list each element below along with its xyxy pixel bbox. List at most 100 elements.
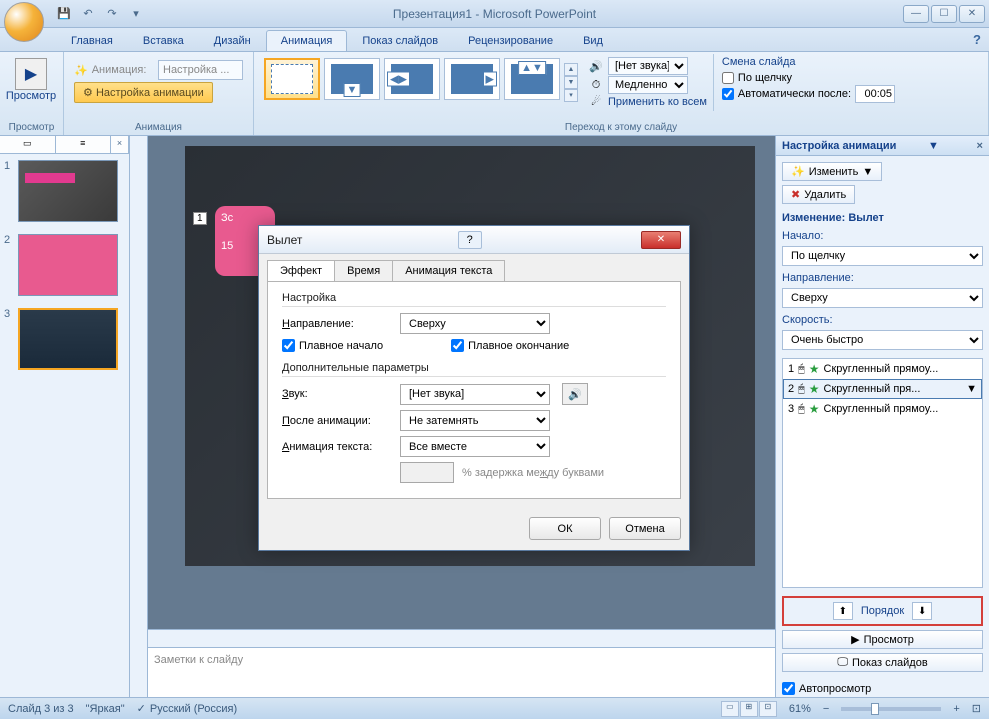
horizontal-scrollbar[interactable]: [148, 629, 775, 647]
reorder-box: ⬆ Порядок ⬇: [782, 596, 983, 626]
tab-view[interactable]: Вид: [568, 30, 618, 51]
dlg-tab-effect[interactable]: Эффект: [267, 260, 335, 281]
slideshow-button[interactable]: 🖵 Показ слайдов: [782, 653, 983, 672]
list-item[interactable]: 3🖱★Скругленный прямоу...: [783, 399, 982, 419]
dialog-close-button[interactable]: ✕: [641, 231, 681, 249]
slideshow-view-icon[interactable]: ⊡: [759, 701, 777, 717]
dialog-help-icon[interactable]: ?: [458, 231, 482, 249]
auto-time-input[interactable]: [855, 85, 895, 103]
maximize-button[interactable]: ☐: [931, 5, 957, 23]
gallery-more-icon[interactable]: ▾: [564, 89, 578, 102]
tab-design[interactable]: Дизайн: [199, 30, 266, 51]
transition-item[interactable]: ▼: [324, 58, 380, 100]
zoom-in-icon[interactable]: +: [953, 703, 959, 715]
auto-after-label: Автоматически после:: [738, 88, 851, 100]
zoom-level[interactable]: 61%: [789, 703, 811, 715]
zoom-slider[interactable]: [841, 707, 941, 711]
tab-slideshow[interactable]: Показ слайдов: [347, 30, 453, 51]
tab-review[interactable]: Рецензирование: [453, 30, 568, 51]
animate-icon: ✨: [74, 64, 88, 77]
tab-home[interactable]: Главная: [56, 30, 128, 51]
dialog-titlebar[interactable]: Вылет ? ✕: [259, 226, 689, 254]
apply-all-button[interactable]: Применить ко всем: [608, 96, 707, 108]
tab-insert[interactable]: Вставка: [128, 30, 199, 51]
dialog-title: Вылет: [267, 233, 302, 247]
outline-tab[interactable]: ≡: [56, 136, 112, 153]
gallery-up-icon[interactable]: ▲: [564, 63, 578, 76]
dlg-textanim-label: Анимация текста:: [282, 441, 392, 453]
spell-icon: ✓: [137, 702, 146, 715]
dlg-direction-label: Направление:: [282, 318, 392, 330]
tab-animations[interactable]: Анимация: [266, 30, 348, 51]
normal-view-icon[interactable]: ▭: [721, 701, 739, 717]
effect-dialog: Вылет ? ✕ Эффект Время Анимация текста Н…: [258, 225, 690, 551]
language-indicator[interactable]: ✓Русский (Россия): [137, 702, 238, 715]
zoom-out-icon[interactable]: −: [823, 703, 829, 715]
slides-tab[interactable]: ▭: [0, 136, 56, 153]
sound-select[interactable]: [Нет звука]: [608, 57, 688, 75]
slide-indicator: Слайд 3 из 3: [8, 703, 74, 715]
smooth-end-checkbox[interactable]: [451, 339, 464, 352]
notes-pane[interactable]: Заметки к слайду: [148, 647, 775, 701]
sound-volume-icon[interactable]: 🔊: [562, 383, 588, 405]
dlg-textanim-select[interactable]: Все вместе: [400, 436, 550, 457]
dlg-sound-select[interactable]: [Нет звука]: [400, 384, 550, 405]
preview-label: Просмотр: [6, 90, 56, 102]
transition-item[interactable]: ▲▼: [504, 58, 560, 100]
transition-item[interactable]: ◀▶: [384, 58, 440, 100]
move-up-button[interactable]: ⬆: [833, 602, 853, 620]
office-button[interactable]: [4, 2, 44, 42]
list-item[interactable]: 1🖱★Скругленный прямоу...: [783, 359, 982, 379]
enhance-fieldset: Дополнительные параметры: [282, 362, 666, 377]
on-click-checkbox[interactable]: [722, 72, 734, 84]
group-animation: Анимация: [70, 120, 247, 135]
thumbnail-1[interactable]: 1: [0, 154, 129, 228]
dlg-tab-textanim[interactable]: Анимация текста: [392, 260, 505, 281]
auto-after-checkbox[interactable]: [722, 88, 734, 100]
cancel-button[interactable]: Отмена: [609, 517, 681, 540]
pane-menu-icon[interactable]: ▼: [928, 140, 939, 152]
animate-label: Анимация:: [92, 64, 154, 76]
change-effect-button[interactable]: ✨Изменить ▼: [782, 162, 882, 181]
minimize-button[interactable]: —: [903, 5, 929, 23]
anim-tag[interactable]: 1: [193, 212, 207, 225]
settings-fieldset: Настройка: [282, 292, 666, 307]
mouse-icon: 🖱: [798, 363, 805, 376]
gallery-down-icon[interactable]: ▼: [564, 76, 578, 89]
fit-icon[interactable]: ⊡: [972, 702, 981, 715]
dlg-tab-timing[interactable]: Время: [334, 260, 393, 281]
custom-animation-button[interactable]: ⚙ Настройка анимации: [74, 82, 213, 103]
animate-select[interactable]: [158, 60, 243, 80]
thumbs-close-icon[interactable]: ×: [111, 136, 129, 153]
dlg-direction-select[interactable]: Сверху: [400, 313, 550, 334]
move-down-button[interactable]: ⬇: [912, 602, 932, 620]
thumbnail-3[interactable]: 3: [0, 302, 129, 376]
chevron-down-icon[interactable]: ▼: [966, 383, 977, 395]
pane-close-icon[interactable]: ×: [977, 140, 983, 152]
redo-icon[interactable]: ↷: [102, 4, 122, 24]
direction-select[interactable]: Сверху: [782, 288, 983, 308]
play-button[interactable]: ▶ Просмотр: [782, 630, 983, 649]
transition-item[interactable]: ▶: [444, 58, 500, 100]
ok-button[interactable]: ОК: [529, 517, 601, 540]
gear-icon: ⚙: [83, 87, 93, 99]
speed-select[interactable]: Медленно: [608, 76, 688, 94]
sorter-view-icon[interactable]: ⊞: [740, 701, 758, 717]
list-item[interactable]: 2🖱★Скругленный пря...▼: [783, 379, 982, 399]
save-icon[interactable]: 💾: [54, 4, 74, 24]
qat-menu-icon[interactable]: ▾: [126, 4, 146, 24]
preview-button[interactable]: ▶ Просмотр: [6, 54, 56, 106]
on-click-label: По щелчку: [738, 72, 792, 84]
dlg-after-select[interactable]: Не затемнять: [400, 410, 550, 431]
undo-icon[interactable]: ↶: [78, 4, 98, 24]
thumbnail-2[interactable]: 2: [0, 228, 129, 302]
advance-title: Смена слайда: [722, 56, 895, 68]
autopreview-checkbox[interactable]: [782, 682, 795, 695]
transition-none[interactable]: [264, 58, 320, 100]
smooth-start-checkbox[interactable]: [282, 339, 295, 352]
help-icon[interactable]: ?: [973, 32, 981, 47]
remove-effect-button[interactable]: ✖Удалить: [782, 185, 855, 204]
speed-select[interactable]: Очень быстро: [782, 330, 983, 350]
close-button[interactable]: ✕: [959, 5, 985, 23]
start-select[interactable]: По щелчку: [782, 246, 983, 266]
